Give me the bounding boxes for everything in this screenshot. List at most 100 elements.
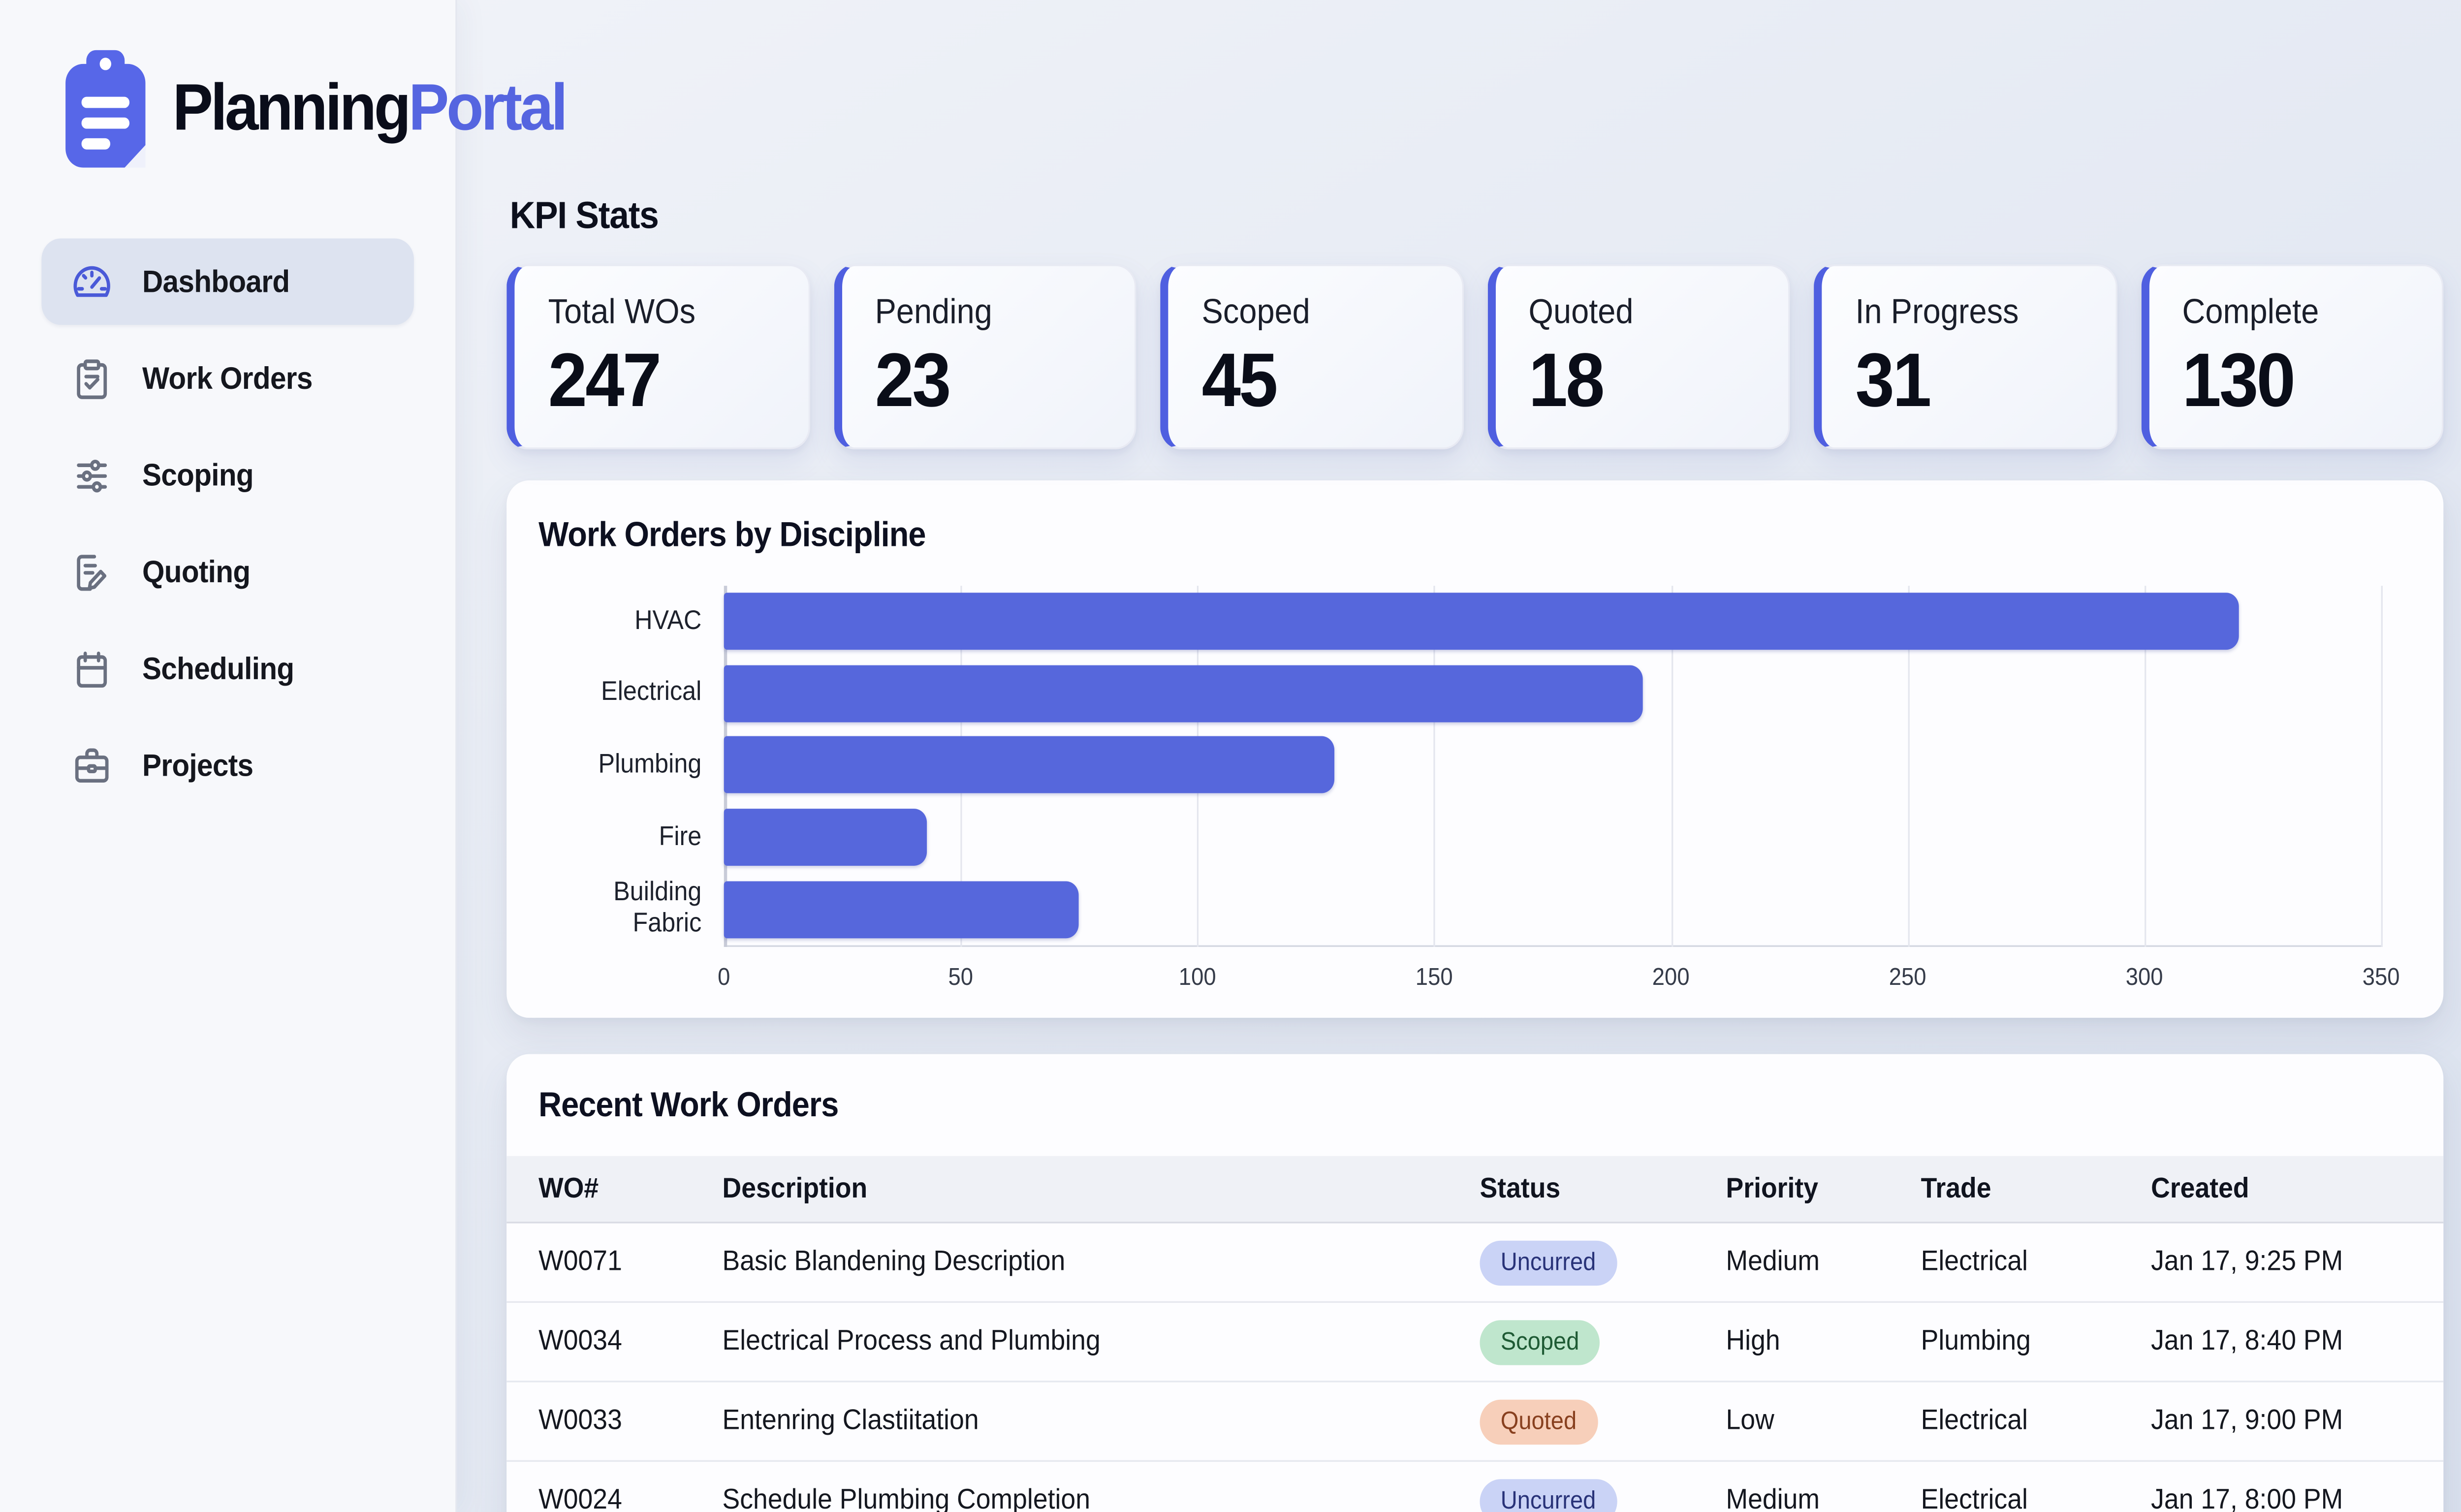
- sidebar-item-projects[interactable]: Projects: [41, 723, 413, 809]
- sidebar-item-label: Scheduling: [142, 651, 294, 687]
- file-pen-icon: [72, 550, 112, 594]
- kpi-card-scoped: Scoped45: [1160, 264, 1463, 449]
- table-body: W0071Basic Blandening DescriptionUncurre…: [506, 1224, 2443, 1512]
- kpi-card-complete: Complete 130: [2141, 264, 2443, 449]
- sidebar-item-quoting[interactable]: Quoting: [41, 529, 413, 615]
- column-header-trade: Trade: [1921, 1172, 2151, 1205]
- kpi-card-label: In Progress: [1855, 294, 2115, 334]
- cell-status: Uncurred: [1480, 1240, 1726, 1285]
- chart-plot-area: HVACElectricalPlumbingFireBuilding Fabri…: [724, 586, 2381, 947]
- cell-created: Jan 17, 8:40 PM: [2151, 1325, 2443, 1358]
- status-badge-uncurred: Uncurred: [1480, 1479, 1616, 1512]
- sidebar-item-label: Projects: [142, 747, 253, 784]
- brand-portal: Portal: [409, 72, 565, 144]
- main-content: KPI Stats Total WOs247Pending23Scoped45Q…: [457, 0, 2461, 1512]
- x-tick-label: 50: [948, 963, 973, 990]
- table-row-w0034[interactable]: W0034Electrical Process and PlumbingScop…: [506, 1303, 2443, 1382]
- cell-created: Jan 17, 9:00 PM: [2151, 1405, 2443, 1438]
- clipboard-logo-icon: [61, 45, 150, 173]
- kpi-card-pending: Pending 23: [833, 264, 1136, 449]
- cell-trade: Electrical: [1921, 1484, 2151, 1512]
- column-header-description: Description: [723, 1172, 1480, 1205]
- cell-priority: High: [1726, 1325, 1921, 1358]
- sliders-icon: [72, 454, 112, 497]
- table-row-w0024[interactable]: W0024Schedule Plumbing CompletionUncurre…: [506, 1462, 2443, 1512]
- kpi-card-label: Scoped: [1202, 294, 1462, 334]
- brand-title: PlanningPortal: [173, 72, 566, 146]
- chart-row-plumbing: Plumbing: [724, 729, 2381, 801]
- cell-description: Basic Blandening Description: [723, 1246, 1480, 1279]
- calendar-icon: [72, 647, 112, 691]
- cell-priority: Low: [1726, 1405, 1921, 1438]
- cell-trade: Plumbing: [1921, 1325, 2151, 1358]
- x-tick-label: 250: [1889, 963, 1926, 990]
- status-badge-uncurred: Uncurred: [1480, 1240, 1616, 1285]
- x-tick-label: 100: [1179, 963, 1216, 990]
- cell-priority: Medium: [1726, 1246, 1921, 1279]
- kpi-card-in-progress: In Progress 31: [1814, 264, 2116, 449]
- x-tick-label: 200: [1652, 963, 1690, 990]
- cell-created: Jan 17, 8:00 PM: [2151, 1484, 2443, 1512]
- sidebar-item-work-orders[interactable]: Work Orders: [41, 335, 413, 422]
- sidebar-item-label: Scoping: [142, 457, 253, 494]
- sidebar-item-label: Dashboard: [142, 263, 289, 300]
- kpi-card-label: Quoted: [1529, 294, 1789, 334]
- kpi-card-value: 247: [548, 339, 808, 425]
- chart-bar-building-fabric: [724, 881, 1079, 938]
- sidebar-item-scoping[interactable]: Scoping: [41, 432, 413, 519]
- chart-category-label: Building Fabric: [538, 878, 701, 940]
- kpi-card-value: 31: [1855, 339, 2115, 425]
- cell-description: Electrical Process and Plumbing: [723, 1325, 1480, 1358]
- cell-description: Schedule Plumbing Completion: [723, 1484, 1480, 1512]
- table-row-w0033[interactable]: W0033Entenring ClastiitationQuoted LowEle…: [506, 1383, 2443, 1462]
- kpi-heading: KPI Stats: [510, 193, 2444, 238]
- kpi-card-quoted: Quoted18: [1487, 264, 1790, 449]
- chart-category-label: Fire: [538, 822, 701, 853]
- cell-created: Jan 17, 9:25 PM: [2151, 1246, 2443, 1279]
- kpi-card-value: 23: [875, 339, 1135, 425]
- cell-wo-number: W0033: [538, 1405, 722, 1438]
- column-header-wo: WO#: [538, 1172, 722, 1205]
- bar-chart: HVACElectricalPlumbingFireBuilding Fabri…: [538, 586, 2419, 1006]
- cell-wo-number: W0024: [538, 1484, 722, 1512]
- sidebar: PlanningPortal DashboardWork OrdersScopi…: [0, 0, 457, 1512]
- cell-description: Entenring Clastiitation: [723, 1405, 1480, 1438]
- sidebar-item-dashboard[interactable]: Dashboard: [41, 238, 413, 325]
- column-header-priority: Priority: [1726, 1172, 1921, 1205]
- cell-priority: Medium: [1726, 1484, 1921, 1512]
- sidebar-item-scheduling[interactable]: Scheduling: [41, 626, 413, 712]
- column-header-created: Created: [2151, 1172, 2443, 1205]
- table-row-w0071[interactable]: W0071Basic Blandening DescriptionUncurre…: [506, 1224, 2443, 1303]
- recent-work-orders-card: Recent Work Orders WO#DescriptionStatusP…: [506, 1054, 2443, 1512]
- sidebar-nav: Dashboard Work Orders Scoping Quoting Schedu…: [0, 238, 455, 809]
- x-tick-label: 300: [2126, 963, 2163, 990]
- chart-row-electrical: Electrical: [724, 658, 2381, 729]
- cell-wo-number: W0034: [538, 1325, 722, 1358]
- chart-category-label: HVAC: [538, 606, 701, 637]
- cell-wo-number: W0071: [538, 1246, 722, 1279]
- status-badge-quoted: Quoted: [1480, 1399, 1597, 1444]
- chart-bar-electrical: [724, 665, 1642, 722]
- status-badge-scoped: Scoped: [1480, 1320, 1600, 1364]
- kpi-card-total-wos: Total WOs247: [506, 264, 809, 449]
- kpi-card-label: Complete: [2182, 294, 2442, 334]
- chart-row-fire: Fire: [724, 801, 2381, 873]
- cell-status: Uncurred: [1480, 1479, 1726, 1512]
- chart-gridline: [2381, 586, 2383, 947]
- table-header-row: WO#DescriptionStatusPriorityTradeCreated: [506, 1156, 2443, 1224]
- chart-category-label: Electrical: [538, 678, 701, 709]
- kpi-card-label: Pending: [875, 294, 1135, 334]
- x-tick-label: 150: [1416, 963, 1453, 990]
- column-header-status: Status: [1480, 1172, 1726, 1205]
- briefcase-icon: [72, 744, 112, 787]
- cell-status: Quoted: [1480, 1399, 1726, 1444]
- sidebar-item-label: Work Orders: [142, 360, 313, 397]
- chart-row-building-fabric: Building Fabric: [724, 873, 2381, 945]
- chart-x-axis: 050100150200250300350: [724, 947, 2381, 1006]
- clipboard-check-icon: [72, 357, 112, 400]
- chart-bar-fire: [724, 809, 928, 866]
- chart-category-label: Plumbing: [538, 750, 701, 781]
- chart-row-hvac: HVAC: [724, 586, 2381, 658]
- cell-trade: Electrical: [1921, 1405, 2151, 1438]
- kpi-card-value: 130: [2182, 339, 2442, 425]
